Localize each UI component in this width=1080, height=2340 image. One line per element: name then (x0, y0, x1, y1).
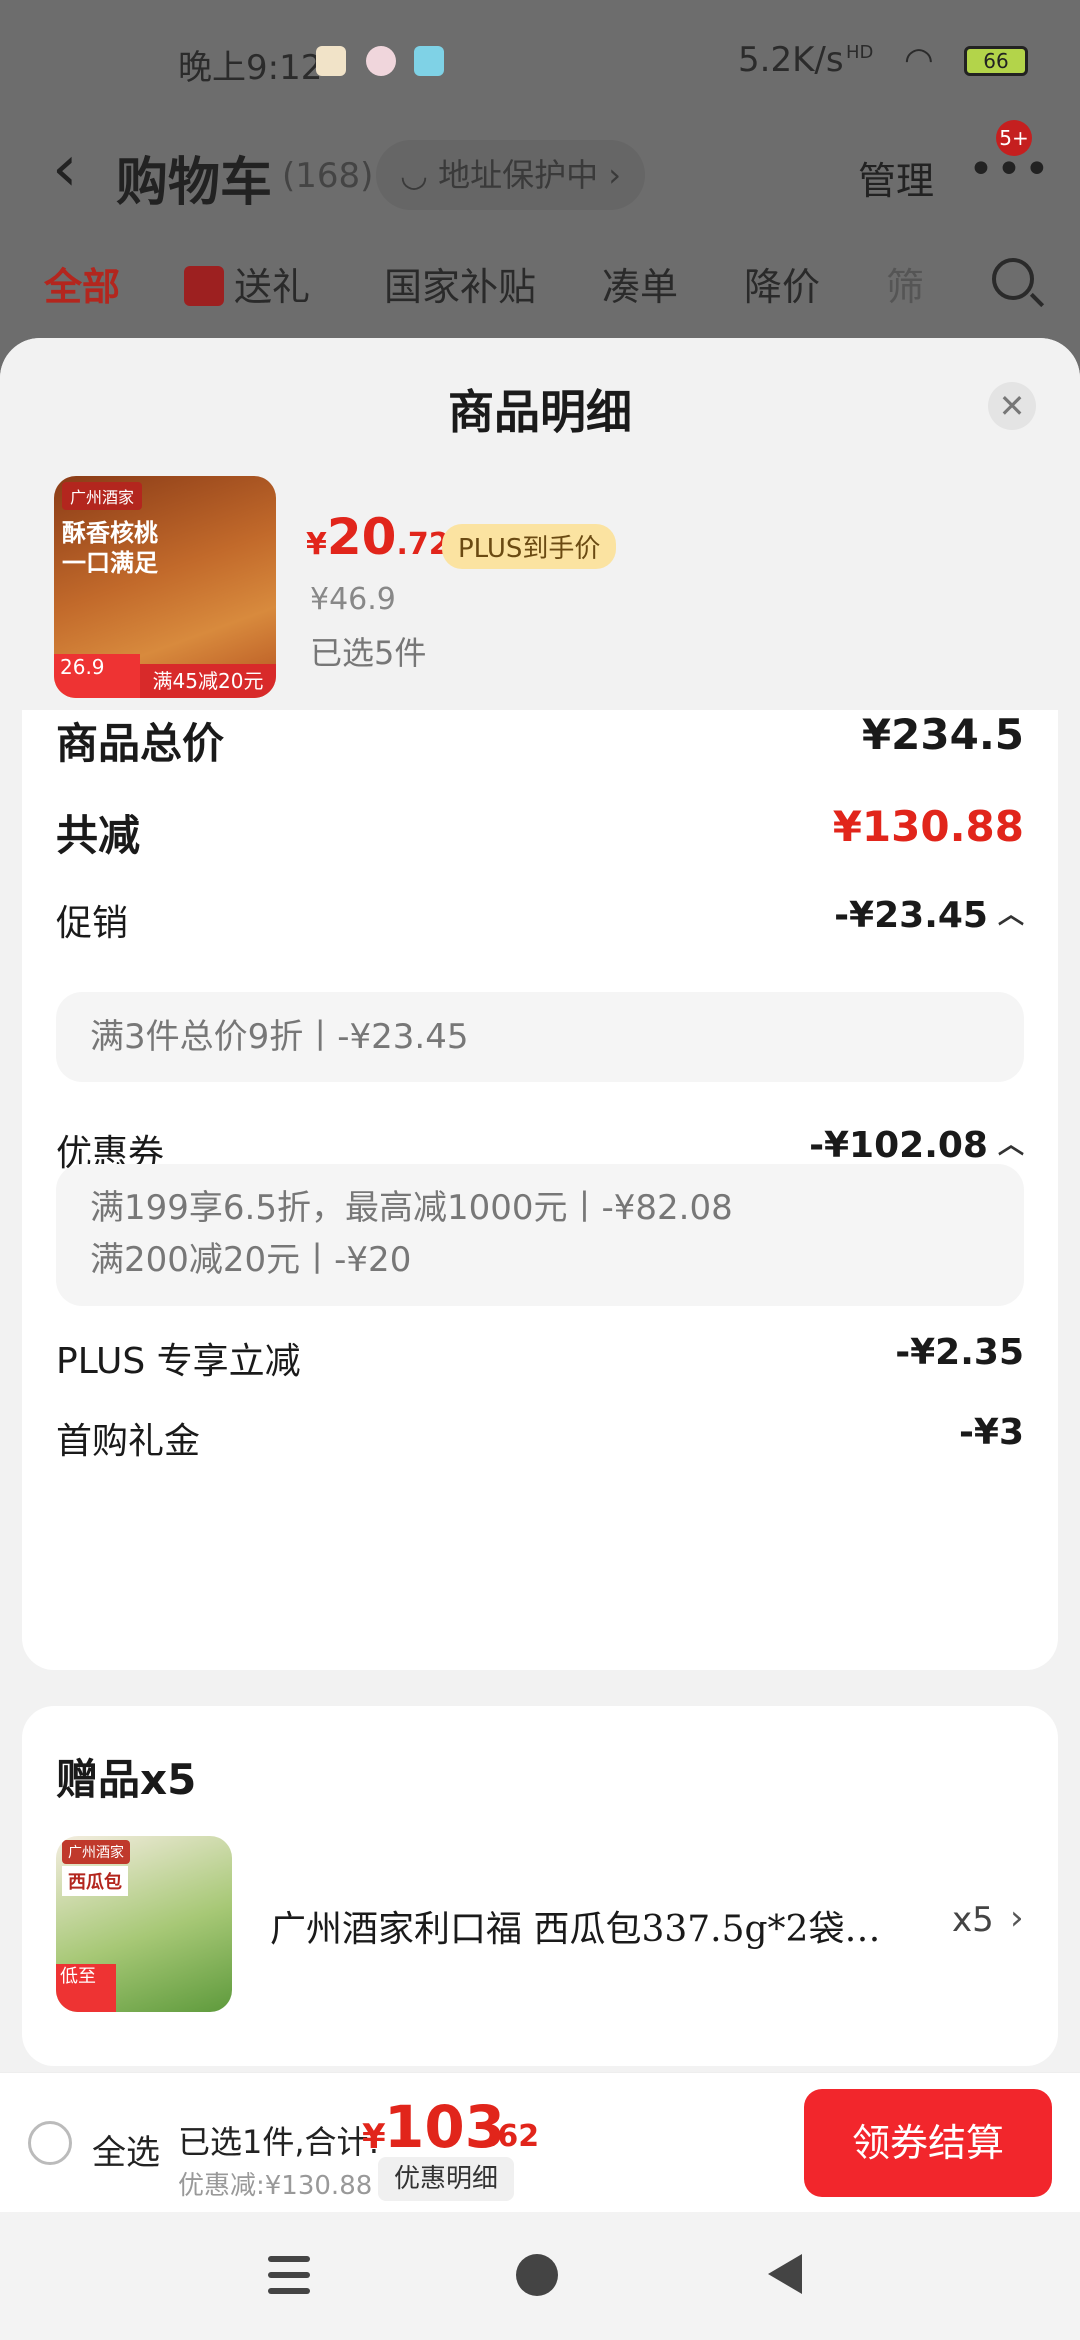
promo-label: 促销 (56, 903, 129, 944)
tab-filter[interactable]: 筛 (886, 256, 924, 311)
status-time: 晚上9:12 (178, 48, 323, 88)
promo-detail-box: 满3件总价9折丨-¥23.45 (56, 992, 1024, 1082)
price-int: 20 (326, 508, 397, 566)
gift-icon (184, 266, 224, 306)
price-breakdown-card: 商品总价 ¥234.5 共减 ¥130.88 促销 -¥23.45 ︿ 满3件总价… (22, 710, 1058, 1670)
total-price-label: 商品总价 (56, 719, 225, 768)
promo-value: -¥23.45 ︿ (834, 894, 1024, 936)
message-badge: 5+ (996, 120, 1032, 156)
select-all-radio[interactable] (28, 2121, 72, 2165)
notes-app-icon (316, 46, 346, 76)
first-purchase-label: 首购礼金 (56, 1421, 201, 1462)
chevron-right-icon: › (598, 156, 622, 194)
coupon-value: -¥102.08 ︿ (809, 1124, 1024, 1166)
first-purchase-value: -¥3 (958, 1412, 1024, 1453)
home-icon[interactable] (516, 2254, 558, 2296)
selected-summary: 已选1件,合计: (178, 2123, 380, 2161)
tab-all[interactable]: 全部 (44, 256, 120, 311)
chevron-up-icon[interactable]: ︿ (998, 1124, 1024, 1161)
total-yen: ¥ (362, 2117, 386, 2157)
promo-value-text: -¥23.45 (834, 895, 988, 936)
promo-row[interactable]: 促销 -¥23.45 ︿ (56, 894, 1024, 950)
battery-icon: 66 (964, 46, 1028, 76)
discount-detail-button[interactable]: 优惠明细 (378, 2157, 515, 2201)
product-image[interactable]: 广州酒家 酥香核桃 一口满足 26.9 满45减20元 (54, 476, 276, 698)
tab-price-drop[interactable]: 降价 (744, 256, 820, 311)
page-title: 购物车 (116, 153, 273, 213)
signal-icon: HD (846, 42, 874, 63)
status-bar: 晚上9:12 5.2K/s HD ◠ 66 (0, 0, 1080, 120)
product-image-headline-2: 一口满足 (62, 549, 158, 577)
cart-header: ‹ 购物车 (168) ◡ 地址保护中 › 管理 ••• 5+ (0, 120, 1080, 240)
plus-discount-label: PLUS 专享立减 (56, 1341, 301, 1382)
product-price: ¥20.72 (306, 508, 450, 566)
cart-count: (168) (282, 156, 374, 196)
plus-price-tag: PLUS到手价 (442, 524, 617, 569)
wifi-icon: ◠ (904, 40, 934, 80)
product-image-price: 26.9 (54, 654, 140, 698)
gift-title: 赠品x5 (56, 1755, 197, 1804)
gift-name[interactable]: 广州酒家利口福 西瓜包337.5g*2袋… (270, 1900, 910, 1952)
select-all-label[interactable]: 全选 (92, 2125, 160, 2174)
plus-discount-value: -¥2.35 (895, 1332, 1024, 1373)
discount-summary: 优惠减:¥130.88 (178, 2171, 373, 2201)
gift-quantity: x5 (952, 1900, 994, 1940)
gift-image-price: 低至 (56, 1964, 116, 2012)
product-image-brand: 广州酒家 (62, 482, 143, 510)
tab-gift[interactable]: 送礼 (184, 256, 310, 311)
manage-button[interactable]: 管理 (858, 150, 934, 205)
checkout-button[interactable]: 领券结算 (804, 2089, 1052, 2197)
product-image-headline-1: 酥香核桃 (62, 519, 158, 547)
coupon-detail-item: 满199享6.5折，最高减1000元丨-¥82.08 (90, 1188, 733, 1228)
network-speed: 5.2K/s (738, 40, 844, 80)
promo-detail-item: 满3件总价9折丨-¥23.45 (90, 1017, 469, 1057)
close-icon[interactable]: ✕ (988, 382, 1036, 430)
filter-tabs: 全部 送礼 国家补贴 凑单 降价 筛 (0, 248, 1080, 338)
original-price: ¥46.9 (310, 582, 396, 617)
reduce-row: 共减 ¥130.88 (56, 802, 1024, 862)
coupon-detail-item: 满200减20元丨-¥20 (90, 1240, 412, 1280)
system-nav-bar (0, 2212, 1080, 2340)
app-notification-icon (366, 46, 396, 76)
shield-icon: ◡ (400, 156, 439, 194)
product-detail-sheet: 商品明细 ✕ 广州酒家 酥香核桃 一口满足 26.9 满45减20元 ¥20.7… (0, 338, 1080, 2340)
chevron-left-icon[interactable]: ‹ (52, 132, 78, 206)
tab-national-subsidy[interactable]: 国家补贴 (384, 256, 536, 311)
gift-image-label: 西瓜包 (62, 1866, 128, 1896)
menu-icon[interactable] (268, 2256, 310, 2294)
search-icon[interactable] (992, 258, 1034, 300)
checkout-bar: 全选 已选1件,合计: ¥ 103 .62 优惠减:¥130.88 优惠明细 领… (0, 2072, 1080, 2212)
total-price-row: 商品总价 ¥234.5 (56, 710, 1024, 770)
product-image-headline: 酥香核桃 一口满足 (62, 518, 158, 578)
product-image-promo: 满45减20元 (140, 664, 276, 698)
reduce-value: ¥130.88 (832, 802, 1024, 851)
coupon-value-text: -¥102.08 (809, 1125, 988, 1166)
total-price-value: ¥234.5 (861, 710, 1024, 759)
reduce-label: 共减 (56, 811, 141, 860)
coupon-detail-box: 满199享6.5折，最高减1000元丨-¥82.08 满200减20元丨-¥20 (56, 1164, 1024, 1306)
price-yen: ¥ (306, 527, 327, 562)
plus-discount-row: PLUS 专享立减 -¥2.35 (56, 1332, 1024, 1388)
gift-image[interactable]: 广州酒家 西瓜包 低至 (56, 1836, 232, 2012)
address-protection-label: 地址保护中 (438, 156, 599, 194)
gift-card: 赠品x5 广州酒家 西瓜包 低至 广州酒家利口福 西瓜包337.5g*2袋… x… (22, 1706, 1058, 2066)
address-protection-button[interactable]: ◡ 地址保护中 › (376, 140, 646, 210)
selected-count: 已选5件 (310, 634, 427, 672)
total-dec: .62 (486, 2119, 540, 2154)
sheet-title: 商品明细 (448, 385, 632, 439)
chevron-right-icon[interactable]: › (1010, 1898, 1024, 1938)
tab-gift-label: 送礼 (234, 265, 311, 309)
video-app-icon (414, 46, 444, 76)
tab-bundle[interactable]: 凑单 (602, 256, 678, 311)
chevron-up-icon[interactable]: ︿ (998, 894, 1024, 931)
back-icon[interactable] (768, 2254, 802, 2294)
gift-image-brand: 广州酒家 (62, 1840, 130, 1864)
first-purchase-row: 首购礼金 -¥3 (56, 1412, 1024, 1468)
